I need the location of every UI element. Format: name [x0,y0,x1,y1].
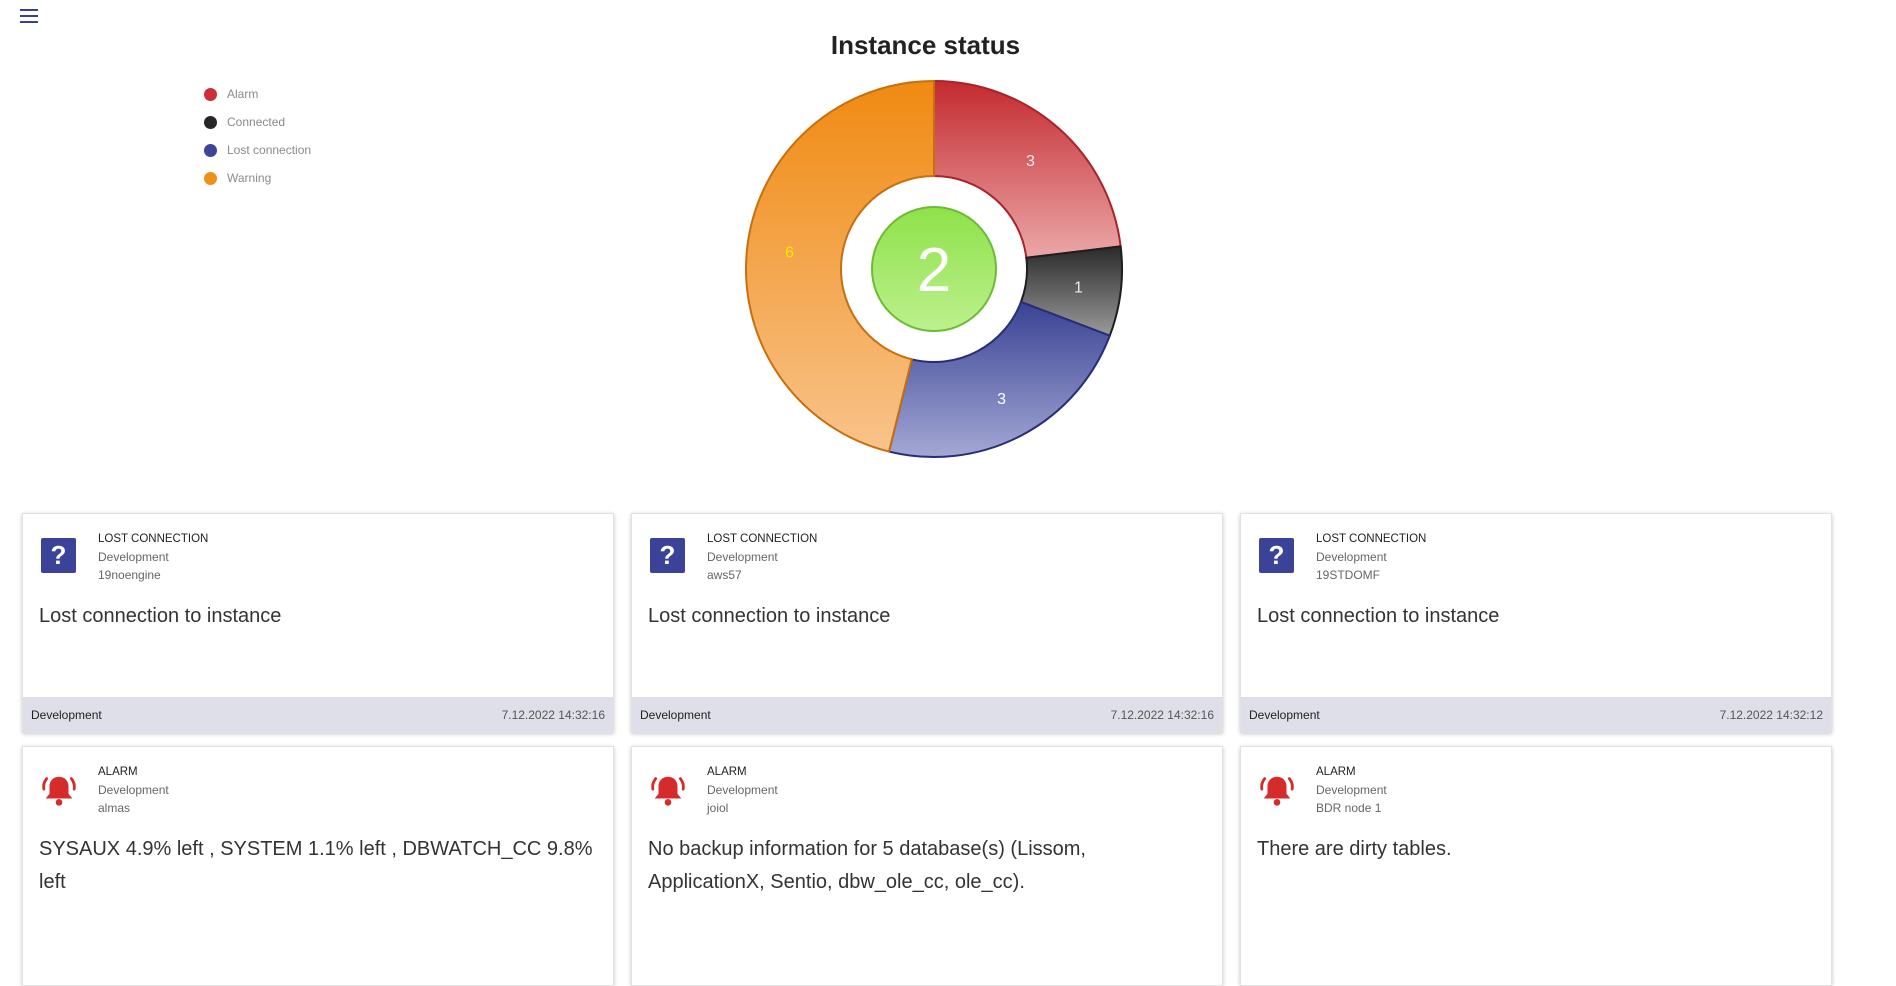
question-icon: ? [41,538,76,573]
alert-card[interactable]: ? LOST CONNECTION Development 19noengine… [22,513,614,733]
alert-footer: Development 7.12.2022 14:32:16 [632,697,1222,732]
alert-instance: BDR node 1 [1316,801,1382,815]
bell-icon [1260,776,1294,806]
alert-card[interactable]: ALARM Development almas SYSAUX 4.9% left… [22,746,614,986]
bell-icon [651,776,685,806]
footer-timestamp: 7.12.2022 14:32:12 [1719,707,1823,722]
alert-status: LOST CONNECTION [707,533,818,545]
alert-environment: Development [1316,783,1387,797]
footer-environment: Development [1249,707,1320,722]
donut-data-label: 6 [785,244,794,261]
alert-environment: Development [1316,550,1387,564]
alert-card[interactable]: ? LOST CONNECTION Development 19STDOMF L… [1240,513,1832,733]
bell-icon [42,776,76,806]
alert-environment: Development [98,550,169,564]
donut-data-label: 3 [1026,153,1035,170]
alert-status: ALARM [707,766,747,778]
alert-instance: almas [98,801,131,815]
alert-card[interactable]: ALARM Development BDR node 1 There are d… [1240,746,1832,986]
alert-message: Lost connection to instance [39,605,282,627]
alert-status: LOST CONNECTION [98,533,209,545]
alert-footer: Development 7.12.2022 14:32:12 [1241,697,1831,732]
alert-instance: joiol [707,801,729,815]
question-icon: ? [1259,538,1294,573]
alert-status: ALARM [1316,766,1356,778]
alert-instance: aws57 [707,568,742,582]
alert-status: ALARM [98,766,138,778]
alert-message: SYSAUX 4.9% left , SYSTEM 1.1% left , DB… [39,838,593,893]
alert-status: LOST CONNECTION [1316,533,1427,545]
alert-instance: 19STDOMF [1316,568,1381,582]
alert-message: No backup information for 5 database(s) … [648,838,1086,893]
alert-message: Lost connection to instance [648,605,891,627]
alert-instance: 19noengine [98,568,161,582]
alert-environment: Development [707,550,778,564]
alert-environment: Development [98,783,169,797]
donut-data-label: 1 [1074,280,1083,297]
footer-environment: Development [640,707,711,722]
donut-data-label: 3 [997,391,1006,408]
alerts-grid: ? LOST CONNECTION Development 19noengine… [22,513,1832,986]
footer-timestamp: 7.12.2022 14:32:16 [501,707,605,722]
alert-environment: Development [707,783,778,797]
footer-environment: Development [31,707,102,722]
question-icon: ? [650,538,685,573]
alert-footer: Development 7.12.2022 14:32:16 [23,697,613,732]
alert-message: Lost connection to instance [1257,605,1500,627]
alert-message: There are dirty tables. [1257,838,1452,860]
alert-card[interactable]: ALARM Development joiol No backup inform… [631,746,1223,986]
instance-status-donut-chart: 3 1 3 6 2 [745,79,1123,458]
center-value: 2 [917,236,951,305]
alert-card[interactable]: ? LOST CONNECTION Development aws57 Lost… [631,513,1223,733]
footer-timestamp: 7.12.2022 14:32:16 [1110,707,1214,722]
